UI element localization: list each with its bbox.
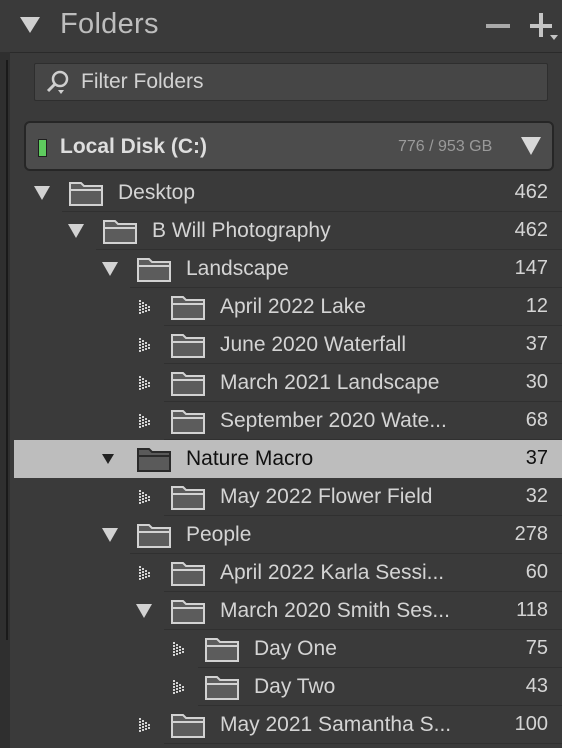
collapsed-dotted-triangle-icon[interactable] [138,414,152,428]
folder-icon [171,410,205,434]
folder-row[interactable]: June 2020 Waterfall 37 [0,326,562,364]
collapsed-dotted-triangle-icon[interactable] [138,338,152,352]
filter-placeholder: Filter Folders [81,70,204,93]
row-divider [164,743,562,744]
folder-name: Nature Macro [186,447,314,470]
folders-panel-header[interactable]: Folders [0,0,562,52]
folder-row[interactable]: Desktop 462 [0,174,562,212]
folder-icon [137,448,171,472]
remove-folder-button[interactable] [486,24,510,28]
folder-name: Landscape [186,257,289,280]
folder-name: March 2020 Smith Ses... [220,599,450,622]
folder-count: 37 [525,333,548,355]
folder-count: 68 [525,409,548,431]
folder-row[interactable]: April 2022 Karla Sessi... 60 [0,554,562,592]
folder-row[interactable]: People 278 [0,516,562,554]
folder-name: September 2020 Wate... [220,409,447,432]
folder-row[interactable]: Day One 75 [0,630,562,668]
header-divider [10,52,562,53]
folder-count: 32 [525,485,548,507]
folder-row[interactable]: May 2021 Samantha S... 100 [0,706,562,744]
folder-name: May 2022 Flower Field [220,485,433,508]
expand-triangle-icon[interactable] [102,454,114,464]
folder-row[interactable]: Landscape 147 [0,250,562,288]
folder-name: Day Two [254,675,336,698]
collapse-triangle-icon[interactable] [20,17,40,33]
expand-triangle-icon[interactable] [102,528,118,542]
folder-name: B Will Photography [152,219,331,242]
collapsed-dotted-triangle-icon[interactable] [138,718,152,732]
folder-name: People [186,523,252,546]
folder-icon [171,486,205,510]
folder-name: April 2022 Lake [220,295,366,318]
folder-count: 12 [525,295,548,317]
volume-expand-icon[interactable] [521,137,541,155]
collapsed-dotted-triangle-icon[interactable] [172,642,186,656]
folder-row[interactable]: Nature Macro 37 [0,440,562,478]
folder-name: April 2022 Karla Sessi... [220,561,445,584]
collapsed-dotted-triangle-icon[interactable] [138,376,152,390]
filter-folders-input[interactable]: Filter Folders [34,63,548,101]
folder-icon [103,220,137,244]
folder-name: May 2021 Samantha S... [220,713,452,736]
folder-count: 278 [514,523,548,545]
folder-count: 147 [514,257,548,279]
folder-count: 75 [525,637,548,659]
folder-count: 462 [514,181,548,203]
folder-name: Day One [254,637,337,660]
folder-name: March 2021 Landscape [220,371,440,394]
folder-row[interactable]: September 2020 Wate... 68 [0,402,562,440]
expand-triangle-icon[interactable] [136,604,152,618]
folder-name: June 2020 Waterfall [220,333,406,356]
folder-icon [69,182,103,206]
folder-name: Desktop [118,181,196,204]
folder-count: 100 [514,713,548,735]
collapsed-dotted-triangle-icon[interactable] [138,300,152,314]
collapsed-dotted-triangle-icon[interactable] [172,680,186,694]
volume-usage: 776 / 953 GB [398,138,493,155]
folder-row[interactable]: April 2022 Lake 12 [0,288,562,326]
folder-row[interactable]: Day Two 43 [0,668,562,706]
add-folder-button[interactable] [530,13,558,40]
volume-name: Local Disk (C:) [60,135,208,158]
folder-row[interactable]: March 2020 Smith Ses... 118 [0,592,562,630]
folder-icon [137,258,171,282]
folder-icon [171,714,205,738]
folder-count: 60 [525,561,548,583]
expand-triangle-icon[interactable] [102,262,118,276]
folder-icon [171,372,205,396]
folder-row[interactable]: B Will Photography 462 [0,212,562,250]
folder-icon [205,676,239,700]
folder-icon [171,296,205,320]
folder-icon [137,524,171,548]
volume-header[interactable]: Local Disk (C:) 776 / 953 GB [24,121,554,171]
folder-count: 118 [516,599,548,621]
folder-count: 37 [525,447,548,469]
disk-status-icon [38,139,47,157]
folder-count: 43 [525,675,548,697]
panel-title: Folders [60,8,159,40]
folder-icon [205,638,239,662]
expand-triangle-icon[interactable] [34,186,50,200]
folder-icon [171,334,205,358]
dropdown-arrow-icon [550,35,558,40]
folders-panel: Folders Filter Folders Local Disk (C:) 7… [0,0,562,748]
collapsed-dotted-triangle-icon[interactable] [138,490,152,504]
folder-count: 30 [525,371,548,393]
collapsed-dotted-triangle-icon[interactable] [138,566,152,580]
expand-triangle-icon[interactable] [68,224,84,238]
folder-row[interactable]: March 2021 Landscape 30 [0,364,562,402]
search-icon[interactable] [45,69,71,95]
folder-count: 462 [514,219,548,241]
plus-icon-vertical [539,13,543,37]
folder-row[interactable]: May 2022 Flower Field 32 [0,478,562,516]
folder-icon [171,600,205,624]
folder-icon [171,562,205,586]
